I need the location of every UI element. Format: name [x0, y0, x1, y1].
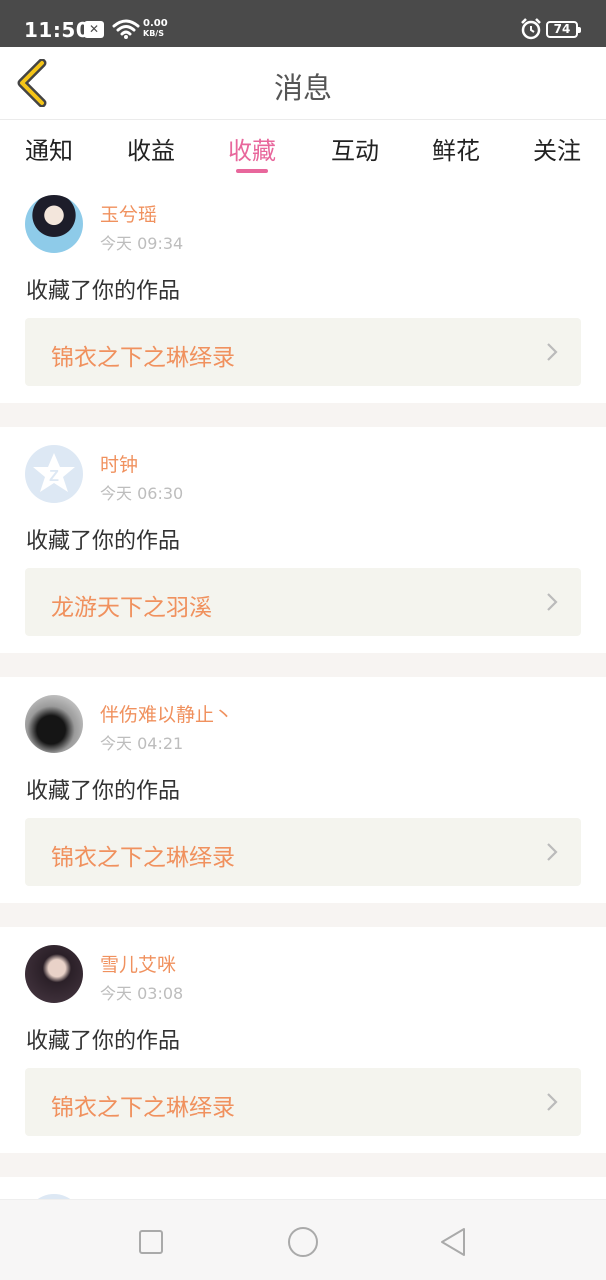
- action-text: 收藏了你的作品: [26, 779, 181, 804]
- net-speed-value: 0.00: [143, 18, 168, 29]
- system-nav-bar: [0, 1199, 606, 1280]
- divider: [0, 403, 606, 427]
- avatar[interactable]: [25, 945, 83, 1003]
- divider: [0, 653, 606, 677]
- post-time: 今天 09:34: [100, 234, 184, 253]
- action-text: 收藏了你的作品: [26, 1029, 181, 1054]
- notification-x-icon: ✕: [84, 21, 104, 38]
- user-name[interactable]: 玉兮瑶: [100, 200, 157, 227]
- divider: [0, 903, 606, 927]
- tab-follow[interactable]: 关注: [522, 131, 592, 166]
- battery-icon: 74: [546, 21, 581, 38]
- divider: [0, 1153, 606, 1177]
- notification-item: 雪儿艾咪 今天 03:08 收藏了你的作品 锦衣之下之琳绎录: [0, 927, 606, 1153]
- chevron-right-icon: [547, 843, 558, 861]
- tab-earnings[interactable]: 收益: [116, 131, 186, 166]
- alarm-icon: [521, 18, 541, 40]
- chevron-right-icon: [547, 343, 558, 361]
- work-link[interactable]: 龙游天下之羽溪: [25, 568, 581, 636]
- post-time: 今天 03:08: [100, 984, 184, 1003]
- user-name[interactable]: 伴伤难以静止丶: [100, 700, 233, 727]
- svg-text:Z: Z: [49, 468, 59, 485]
- chevron-right-icon: [547, 1093, 558, 1111]
- post-time: 今天 06:30: [100, 484, 184, 503]
- status-bar: 11:50 ✕ 0.00 KB/S 74: [0, 0, 606, 47]
- work-title: 锦衣之下之琳绎录: [51, 845, 235, 871]
- chevron-right-icon: [547, 593, 558, 611]
- tab-flowers[interactable]: 鲜花: [421, 131, 491, 166]
- avatar[interactable]: Z: [25, 445, 83, 503]
- tab-bar: 通知 收益 收藏 互动 鲜花 关注: [0, 121, 606, 177]
- notification-item: Z 时钟 今天 06:30 收藏了你的作品 龙游天下之羽溪: [0, 427, 606, 653]
- notification-item: 伴伤难以静止丶 今天 04:21 收藏了你的作品 锦衣之下之琳绎录: [0, 677, 606, 903]
- tab-interact[interactable]: 互动: [320, 131, 390, 166]
- avatar[interactable]: [25, 195, 83, 253]
- post-time: 今天 04:21: [100, 734, 184, 753]
- page-title: 消息: [273, 71, 332, 105]
- notification-item: 玉兮瑶 今天 09:34 收藏了你的作品 锦衣之下之琳绎录: [0, 177, 606, 403]
- user-name[interactable]: 雪儿艾咪: [100, 950, 176, 977]
- net-speed-unit: KB/S: [143, 29, 164, 38]
- work-title: 龙游天下之羽溪: [51, 595, 212, 621]
- work-link[interactable]: 锦衣之下之琳绎录: [25, 1068, 581, 1136]
- net-speed: 0.00 KB/S: [143, 19, 168, 39]
- action-text: 收藏了你的作品: [26, 529, 181, 554]
- work-title: 锦衣之下之琳绎录: [51, 1095, 235, 1121]
- avatar[interactable]: [25, 695, 83, 753]
- action-text: 收藏了你的作品: [26, 279, 181, 304]
- app-header: 消息: [0, 47, 606, 120]
- back-triangle-icon[interactable]: [434, 1222, 474, 1262]
- user-name[interactable]: 时钟: [100, 450, 138, 477]
- tab-notify[interactable]: 通知: [14, 131, 84, 166]
- notification-list: 玉兮瑶 今天 09:34 收藏了你的作品 锦衣之下之琳绎录 Z 时钟 今天 06…: [0, 177, 606, 1177]
- wifi-icon: [112, 19, 140, 39]
- recent-apps-icon[interactable]: [131, 1222, 171, 1262]
- star-default-icon: Z: [33, 453, 75, 492]
- work-link[interactable]: 锦衣之下之琳绎录: [25, 818, 581, 886]
- home-icon[interactable]: [283, 1222, 323, 1262]
- work-link[interactable]: 锦衣之下之琳绎录: [25, 318, 581, 386]
- work-title: 锦衣之下之琳绎录: [51, 345, 235, 371]
- status-time: 11:50: [24, 18, 91, 42]
- tab-favorites[interactable]: 收藏: [217, 131, 287, 166]
- active-tab-indicator: [236, 169, 268, 173]
